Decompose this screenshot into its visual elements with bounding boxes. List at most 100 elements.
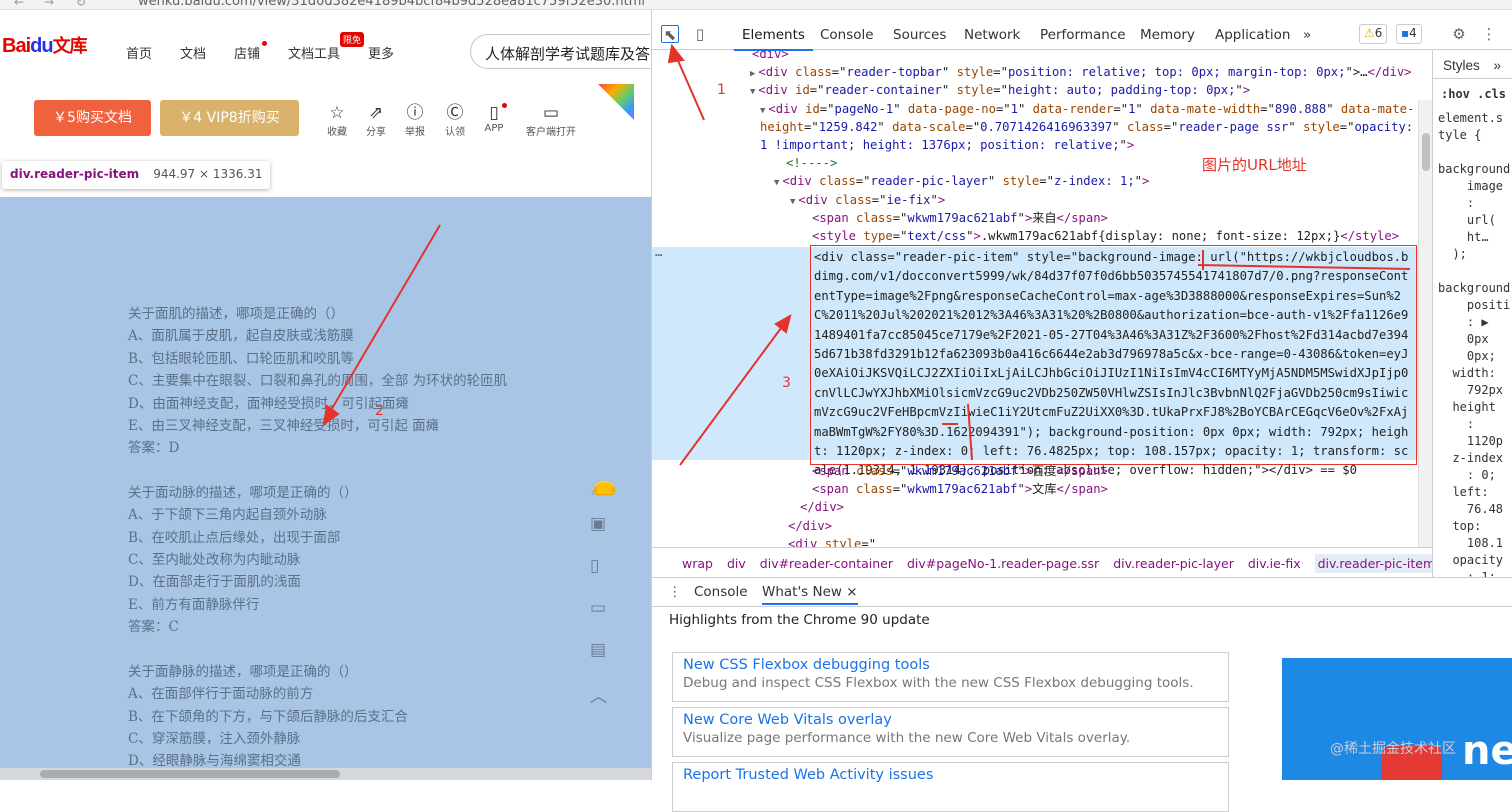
tab-application[interactable]: Application [1215, 27, 1290, 43]
drawer-menu-icon[interactable]: ⋮ [668, 584, 682, 600]
selected-node-code[interactable]: <div class="reader-pic-item" style="back… [814, 248, 1414, 481]
breadcrumb-item[interactable]: div#reader-container [760, 556, 893, 571]
nav-docs[interactable]: 文档 [180, 43, 206, 62]
devtools-tab-bar: ⬉ ▯ Elements Console Sources Network Per… [652, 20, 1512, 51]
collect-button[interactable]: ☆ 收藏 [319, 103, 355, 138]
feedback-icon[interactable]: ▭ [590, 598, 606, 618]
horizontal-scrollbar[interactable] [0, 768, 651, 780]
dom-tree-node[interactable]: ▼ <div class="reader-pic-layer" style="z-… [774, 172, 1149, 192]
tab-memory[interactable]: Memory [1140, 27, 1195, 43]
document-line: C、主要集中在眼裂、口裂和鼻孔的周围，全部 为环状的轮匝肌 [128, 373, 508, 390]
message-icon: ▪ [1401, 26, 1410, 40]
open-client-button[interactable]: ▭ 客户端打开 [520, 103, 582, 138]
node-ellipsis-icon[interactable]: ⋯ [655, 246, 662, 264]
drawer-tab-bar: ⋮ Console What's New × [652, 577, 1512, 607]
dom-tree-node[interactable]: ▼ <div id="pageNo-1" data-page-no="1" dat… [760, 100, 1414, 120]
document-line: B、在咬肌止点后缘处，出现于面部 [128, 529, 341, 546]
app-button[interactable]: ▯ APP [476, 103, 512, 134]
dom-tree-node[interactable]: <span class="wkwm179ac621abf">文库</span> [812, 480, 1108, 498]
url-address-annotation: 图片的URL地址 [1202, 156, 1307, 174]
buy-document-button[interactable]: ￥5购买文档 [34, 100, 151, 136]
url-field[interactable]: wenku.baidu.com/view/31d0d382e4189b4bcf8… [138, 0, 645, 9]
elements-tree[interactable]: <div> ▶ <div class="reader-topbar" style="… [652, 50, 1432, 547]
forward-icon[interactable]: → [44, 0, 54, 9]
bag-icon[interactable]: ▤ [590, 640, 606, 660]
back-to-top-icon[interactable]: ︿ [590, 682, 607, 707]
warning-count-badge[interactable]: ⚠6 [1359, 24, 1388, 44]
document-line: 答案：C [128, 619, 179, 636]
back-icon[interactable]: ← [14, 0, 24, 9]
share-button[interactable]: ⇗ 分享 [358, 103, 394, 138]
tab-sources[interactable]: Sources [893, 27, 946, 43]
close-icon[interactable]: × [846, 584, 857, 600]
hov-cls-toggle[interactable]: :hov .cls [1441, 86, 1506, 103]
tab-console[interactable]: Console [820, 27, 874, 43]
baidu-wenku-logo[interactable]: Baidu文库 [2, 32, 88, 58]
nav-doc-tools[interactable]: 文档工具 [288, 43, 340, 62]
dom-tree-node[interactable]: ▼ <div class="ie-fix"> [790, 191, 945, 211]
tab-elements[interactable]: Elements [734, 27, 813, 51]
style-rules: element.s tyle { background image : url(… [1438, 111, 1511, 577]
breadcrumb-item[interactable]: div#pageNo-1.reader-page.ssr [907, 556, 1099, 571]
gift-icon[interactable]: 👝 [590, 472, 617, 497]
star-icon: ☆ [329, 103, 345, 123]
more-tabs-button[interactable]: » [1303, 27, 1311, 43]
document-line: 关于面静脉的描述，哪项是正确的（） [128, 663, 358, 680]
settings-gear-icon[interactable]: ⚙ [1450, 25, 1468, 43]
message-count-badge[interactable]: ▪4 [1396, 24, 1422, 44]
device-toolbar-icon[interactable]: ▯ [691, 25, 709, 43]
search-input[interactable]: 人体解剖学考试题库及答 [470, 34, 650, 69]
drawer-tab-whats-new[interactable]: What's New × [762, 584, 858, 605]
document-line: C、穿深筋膜，注入颈外静脉 [128, 730, 301, 747]
toolbox-icon[interactable]: ▣ [590, 514, 606, 534]
dom-tree-node[interactable]: <span class="wkwm179ac621abf">来自</span> [812, 209, 1108, 227]
share-icon: ⇗ [368, 103, 384, 123]
nav-home[interactable]: 首页 [126, 43, 152, 62]
nav-store[interactable]: 店铺 [234, 41, 268, 62]
dom-tree-node[interactable]: <style type="text/css">.wkwm179ac621abf{… [812, 227, 1399, 245]
claim-button[interactable]: Ⓒ 认领 [437, 103, 473, 138]
dom-tree-node[interactable]: <span class="wkwm179ac621abf">百度</span> [812, 462, 1108, 480]
document-line: 关于面动脉的描述，哪项是正确的（） [128, 484, 358, 501]
feature-card[interactable]: Report Trusted Web Activity issues [672, 762, 1229, 812]
dom-breadcrumb[interactable]: wrap div div#reader-container div#pageNo-1.… [652, 547, 1432, 577]
dom-tree-node[interactable]: </div> [800, 498, 844, 516]
elements-scrollbar[interactable] [1418, 100, 1432, 547]
inspect-element-icon[interactable]: ⬉ [661, 25, 679, 44]
report-button[interactable]: ⓘ 举报 [397, 103, 433, 138]
dom-tree-node[interactable]: <div> [752, 50, 789, 63]
breadcrumb-item[interactable]: wrap [682, 556, 713, 571]
breadcrumb-item[interactable]: div [727, 556, 746, 571]
video-thumbnail[interactable]: ne [1282, 658, 1512, 780]
feature-card[interactable]: New Core Web Vitals overlay Visualize pag… [672, 707, 1229, 757]
document-line: E、前方有面静脉伴行 [128, 596, 260, 613]
breadcrumb-item[interactable]: div.reader-pic-item [1314, 554, 1432, 573]
more-options-icon[interactable]: ⋮ [1480, 25, 1498, 43]
document-line: B、在下颌角的下方，与下颌后静脉的后支汇合 [128, 708, 408, 725]
tab-network[interactable]: Network [964, 27, 1020, 43]
document-line: C、至内眦处改称为内眦动脉 [128, 552, 301, 569]
breadcrumb-item[interactable]: div.reader-pic-layer [1113, 556, 1234, 571]
breadcrumb-item[interactable]: div.ie-fix [1248, 556, 1301, 571]
dom-tree-node[interactable]: </div> [788, 517, 832, 535]
mobile-icon[interactable]: ▯ [590, 556, 599, 576]
dom-tree-node[interactable]: <div style=" [788, 535, 876, 547]
document-line: A、在面部伴行于面动脉的前方 [128, 686, 314, 703]
feature-card[interactable]: New CSS Flexbox debugging tools Debug and… [672, 652, 1229, 702]
dom-tree-node[interactable]: ▶ <div class="reader-topbar" style="posit… [750, 63, 1412, 83]
document-line: A、于下颌下三角内起自颈外动脉 [128, 507, 327, 524]
styles-tab[interactable]: Styles » [1433, 50, 1512, 79]
dom-tree-node[interactable]: <!----> [786, 154, 837, 172]
monitor-icon: ▭ [542, 103, 560, 123]
inspect-tooltip: div.reader-pic-item 944.97 × 1336.31 [2, 161, 271, 189]
vip-buy-button[interactable]: ￥4 VIP8折购买 [160, 100, 299, 136]
reload-icon[interactable]: ↻ [76, 0, 86, 9]
document-page-text: 关于面肌的描述，哪项是正确的（） A、面肌属于皮肌，起自皮肤或浅筋膜 B、包括眼轮匝… [128, 303, 608, 773]
nav-more[interactable]: 更多 [368, 43, 394, 62]
tab-performance[interactable]: Performance [1040, 27, 1126, 43]
styles-pane: Styles » :hov .cls element.s tyle { back… [1432, 50, 1512, 577]
dom-tree-node[interactable]: ▼ <div id="reader-container" style="heigh… [750, 81, 1250, 101]
dom-tree-node[interactable]: height="1259.842" data-scale="0.70714264… [760, 118, 1413, 136]
dom-tree-node[interactable]: 1 !important; height: 1376px; position: … [760, 136, 1134, 154]
drawer-tab-console[interactable]: Console [694, 584, 748, 600]
